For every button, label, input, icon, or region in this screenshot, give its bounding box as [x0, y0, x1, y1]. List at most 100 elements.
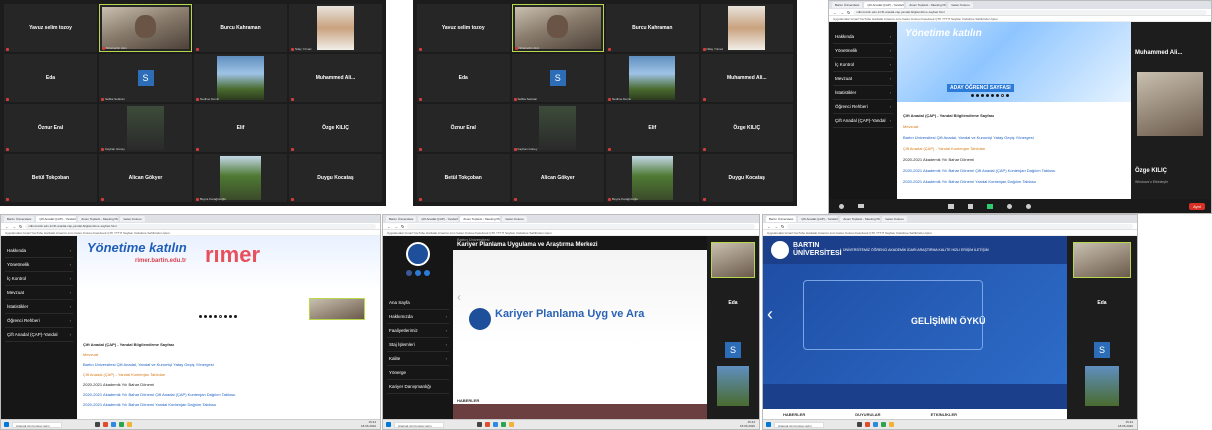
windows-start-icon[interactable] [766, 422, 771, 427]
reload-icon[interactable]: ↻ [401, 224, 404, 229]
back-icon[interactable]: ← [767, 224, 771, 229]
participant-tile[interactable]: Öznur Eral [4, 104, 97, 152]
url-field[interactable] [407, 223, 755, 229]
sidebar-item[interactable]: Mevzuat › [833, 72, 893, 86]
participant-tile[interactable]: Alican Gökyer [99, 154, 192, 202]
sidebar-item[interactable]: Hakkında › [5, 244, 73, 258]
back-icon[interactable]: ← [387, 224, 391, 229]
app-icon[interactable] [857, 422, 862, 427]
tab-3[interactable]: Zoom Toplantı - Meeting Platform [906, 2, 947, 8]
youtube-icon[interactable] [424, 270, 430, 276]
participant-tile[interactable]: Özge KILIÇ [700, 104, 793, 152]
document-link[interactable]: Bartın Üniversitesi Çift Anadal, Yandal … [903, 132, 1125, 143]
tab-3[interactable]: Zoom Toplantı - Meeting Platform [840, 216, 881, 222]
participant-tile[interactable]: Özge KILIÇ [289, 104, 382, 152]
instagram-icon[interactable] [415, 270, 421, 276]
tab-1[interactable]: Bartın Üniversitesi [766, 216, 797, 222]
participant-tile[interactable]: Nizamettin Akın [99, 4, 192, 52]
reload-icon[interactable]: ↻ [847, 10, 850, 15]
sidebar-item[interactable]: İç Kontrol › [833, 58, 893, 72]
document-link[interactable]: 2020-2021 Akademik Yılı Bahar Dönemi Çif… [903, 165, 1125, 176]
prev-slide-icon[interactable]: ‹ [457, 290, 461, 304]
windows-start-icon[interactable] [386, 422, 391, 427]
participants-icon[interactable] [948, 203, 954, 209]
participant-tile[interactable]: Elif [194, 104, 287, 152]
sidebar-item[interactable]: Ana Sayfa [387, 296, 449, 310]
app-icon[interactable] [477, 422, 482, 427]
participant-tile[interactable]: Burcu Kahraman [194, 4, 287, 52]
leave-button[interactable]: Ayrıl [1189, 202, 1205, 210]
participant-tile[interactable]: Kayhan Güney [99, 104, 192, 152]
social-icons[interactable] [387, 270, 449, 276]
tab-4[interactable]: Gelen Kutusu [120, 216, 145, 222]
sidebar-item[interactable]: Çift Anadal (ÇAP)-Yandal › [5, 328, 73, 342]
participant-tile[interactable]: Alican Gökyer [511, 154, 604, 202]
tab-haberler[interactable]: HABERLER [783, 412, 805, 417]
sidebar-item[interactable]: Yönerge [387, 366, 449, 380]
participant-tile[interactable]: Yavuz selim tozoy [4, 4, 97, 52]
url-field[interactable] [787, 223, 1133, 229]
sidebar-item[interactable]: Kalite › [387, 352, 449, 366]
tab-2[interactable]: Çift Anadal (ÇAP) - Yandal Bilgile... [418, 216, 459, 222]
participant-tile[interactable]: Nilay Yılmaz [700, 4, 793, 52]
tab-1[interactable]: Bartın Üniversitesi [386, 216, 417, 222]
sidebar-item[interactable]: Öğrenci Rehberi › [5, 314, 73, 328]
carousel-dots[interactable] [199, 315, 237, 318]
sidebar-item[interactable]: Çift Anadal (ÇAP)-Yandal › [833, 114, 893, 128]
share-screen-icon[interactable] [987, 203, 993, 209]
participant-tile[interactable]: Nilay Yılmaz [289, 4, 382, 52]
sidebar-item[interactable]: İç Kontrol › [5, 272, 73, 286]
document-link[interactable]: 2020-2021 Akademik Yılı Bahar Dönemi Yan… [903, 176, 1125, 187]
tab-1[interactable]: Bartın Üniversitesi [832, 2, 863, 8]
tab-2[interactable]: Çift Anadal (ÇAP) - Yandal Bilgile... [36, 216, 77, 222]
reactions-icon[interactable] [1026, 203, 1031, 209]
document-link[interactable]: Bartın Üniversitesi Çift Anadal, Yandal … [83, 360, 374, 370]
taskbar-search[interactable]: Aramak için buraya yazın [774, 421, 824, 428]
participant-tile[interactable]: Kayhan Güney [511, 104, 604, 152]
app-icon[interactable] [509, 422, 514, 427]
back-icon[interactable]: ← [833, 10, 837, 15]
reload-icon[interactable]: ↻ [781, 224, 784, 229]
sidebar-item[interactable]: Öğrenci Rehberi › [833, 100, 893, 114]
sidebar-item[interactable]: Mevzuat › [5, 286, 73, 300]
facebook-icon[interactable] [406, 270, 412, 276]
app-icon[interactable] [111, 422, 116, 427]
sidebar-item[interactable]: Staj İşlemleri › [387, 338, 449, 352]
participant-tile[interactable]: Beyza Karağözoğlu [606, 154, 699, 202]
app-icon[interactable] [865, 422, 870, 427]
app-icon[interactable] [95, 422, 100, 427]
forward-icon[interactable]: → [774, 224, 778, 229]
participant-tile[interactable]: Eda [4, 54, 97, 102]
app-icon[interactable] [873, 422, 878, 427]
tab-3[interactable]: Zoom Toplantı - Meeting Platform [78, 216, 119, 222]
app-icon[interactable] [119, 422, 124, 427]
app-icon[interactable] [127, 422, 132, 427]
participant-tile[interactable]: Öznur Eral [417, 104, 510, 152]
sidebar-item[interactable]: Kariyer Danışmanlığı [387, 380, 449, 394]
tab-1[interactable]: Bartın Üniversitesi [4, 216, 35, 222]
forward-icon[interactable]: → [12, 224, 16, 229]
tab-4[interactable]: Gelen Kutusu [882, 216, 907, 222]
app-icon[interactable] [103, 422, 108, 427]
mute-icon[interactable] [839, 203, 844, 209]
tab-duyurular[interactable]: DUYURULAR [855, 412, 880, 417]
app-icon[interactable] [881, 422, 886, 427]
participant-tile[interactable]: Duygu Kocataş [700, 154, 793, 202]
participant-tile[interactable]: Eda [417, 54, 510, 102]
url-field[interactable]: cdbs.bartin.edu.tr/cift-anadal-cap-yanda… [853, 9, 1207, 15]
participant-tile[interactable]: Yavuz selim tozoy [417, 4, 510, 52]
taskbar-search[interactable]: Aramak için buraya yazın [394, 421, 444, 428]
tab-etkinlikler[interactable]: ETKİNLİKLER [931, 412, 957, 417]
sidebar-item[interactable]: Hakkında › [833, 30, 893, 44]
prev-slide-icon[interactable]: ‹ [767, 304, 773, 325]
participant-tile[interactable]: Burcu Kahraman [606, 4, 699, 52]
tab-4[interactable]: Gelen Kutusu [948, 2, 973, 8]
carousel-dots[interactable] [971, 94, 1009, 97]
participant-tile[interactable]: Betül Tokçoban [417, 154, 510, 202]
sidebar-item[interactable]: Yönetmelik › [833, 44, 893, 58]
sidebar-item[interactable]: Hakkımızda › [387, 310, 449, 324]
participant-tile[interactable]: Elif [606, 104, 699, 152]
back-icon[interactable]: ← [5, 224, 9, 229]
url-field[interactable]: cdbs.bartin.edu.tr/cift-anadal-cap-yanda… [25, 223, 376, 229]
windows-start-icon[interactable] [4, 422, 9, 427]
